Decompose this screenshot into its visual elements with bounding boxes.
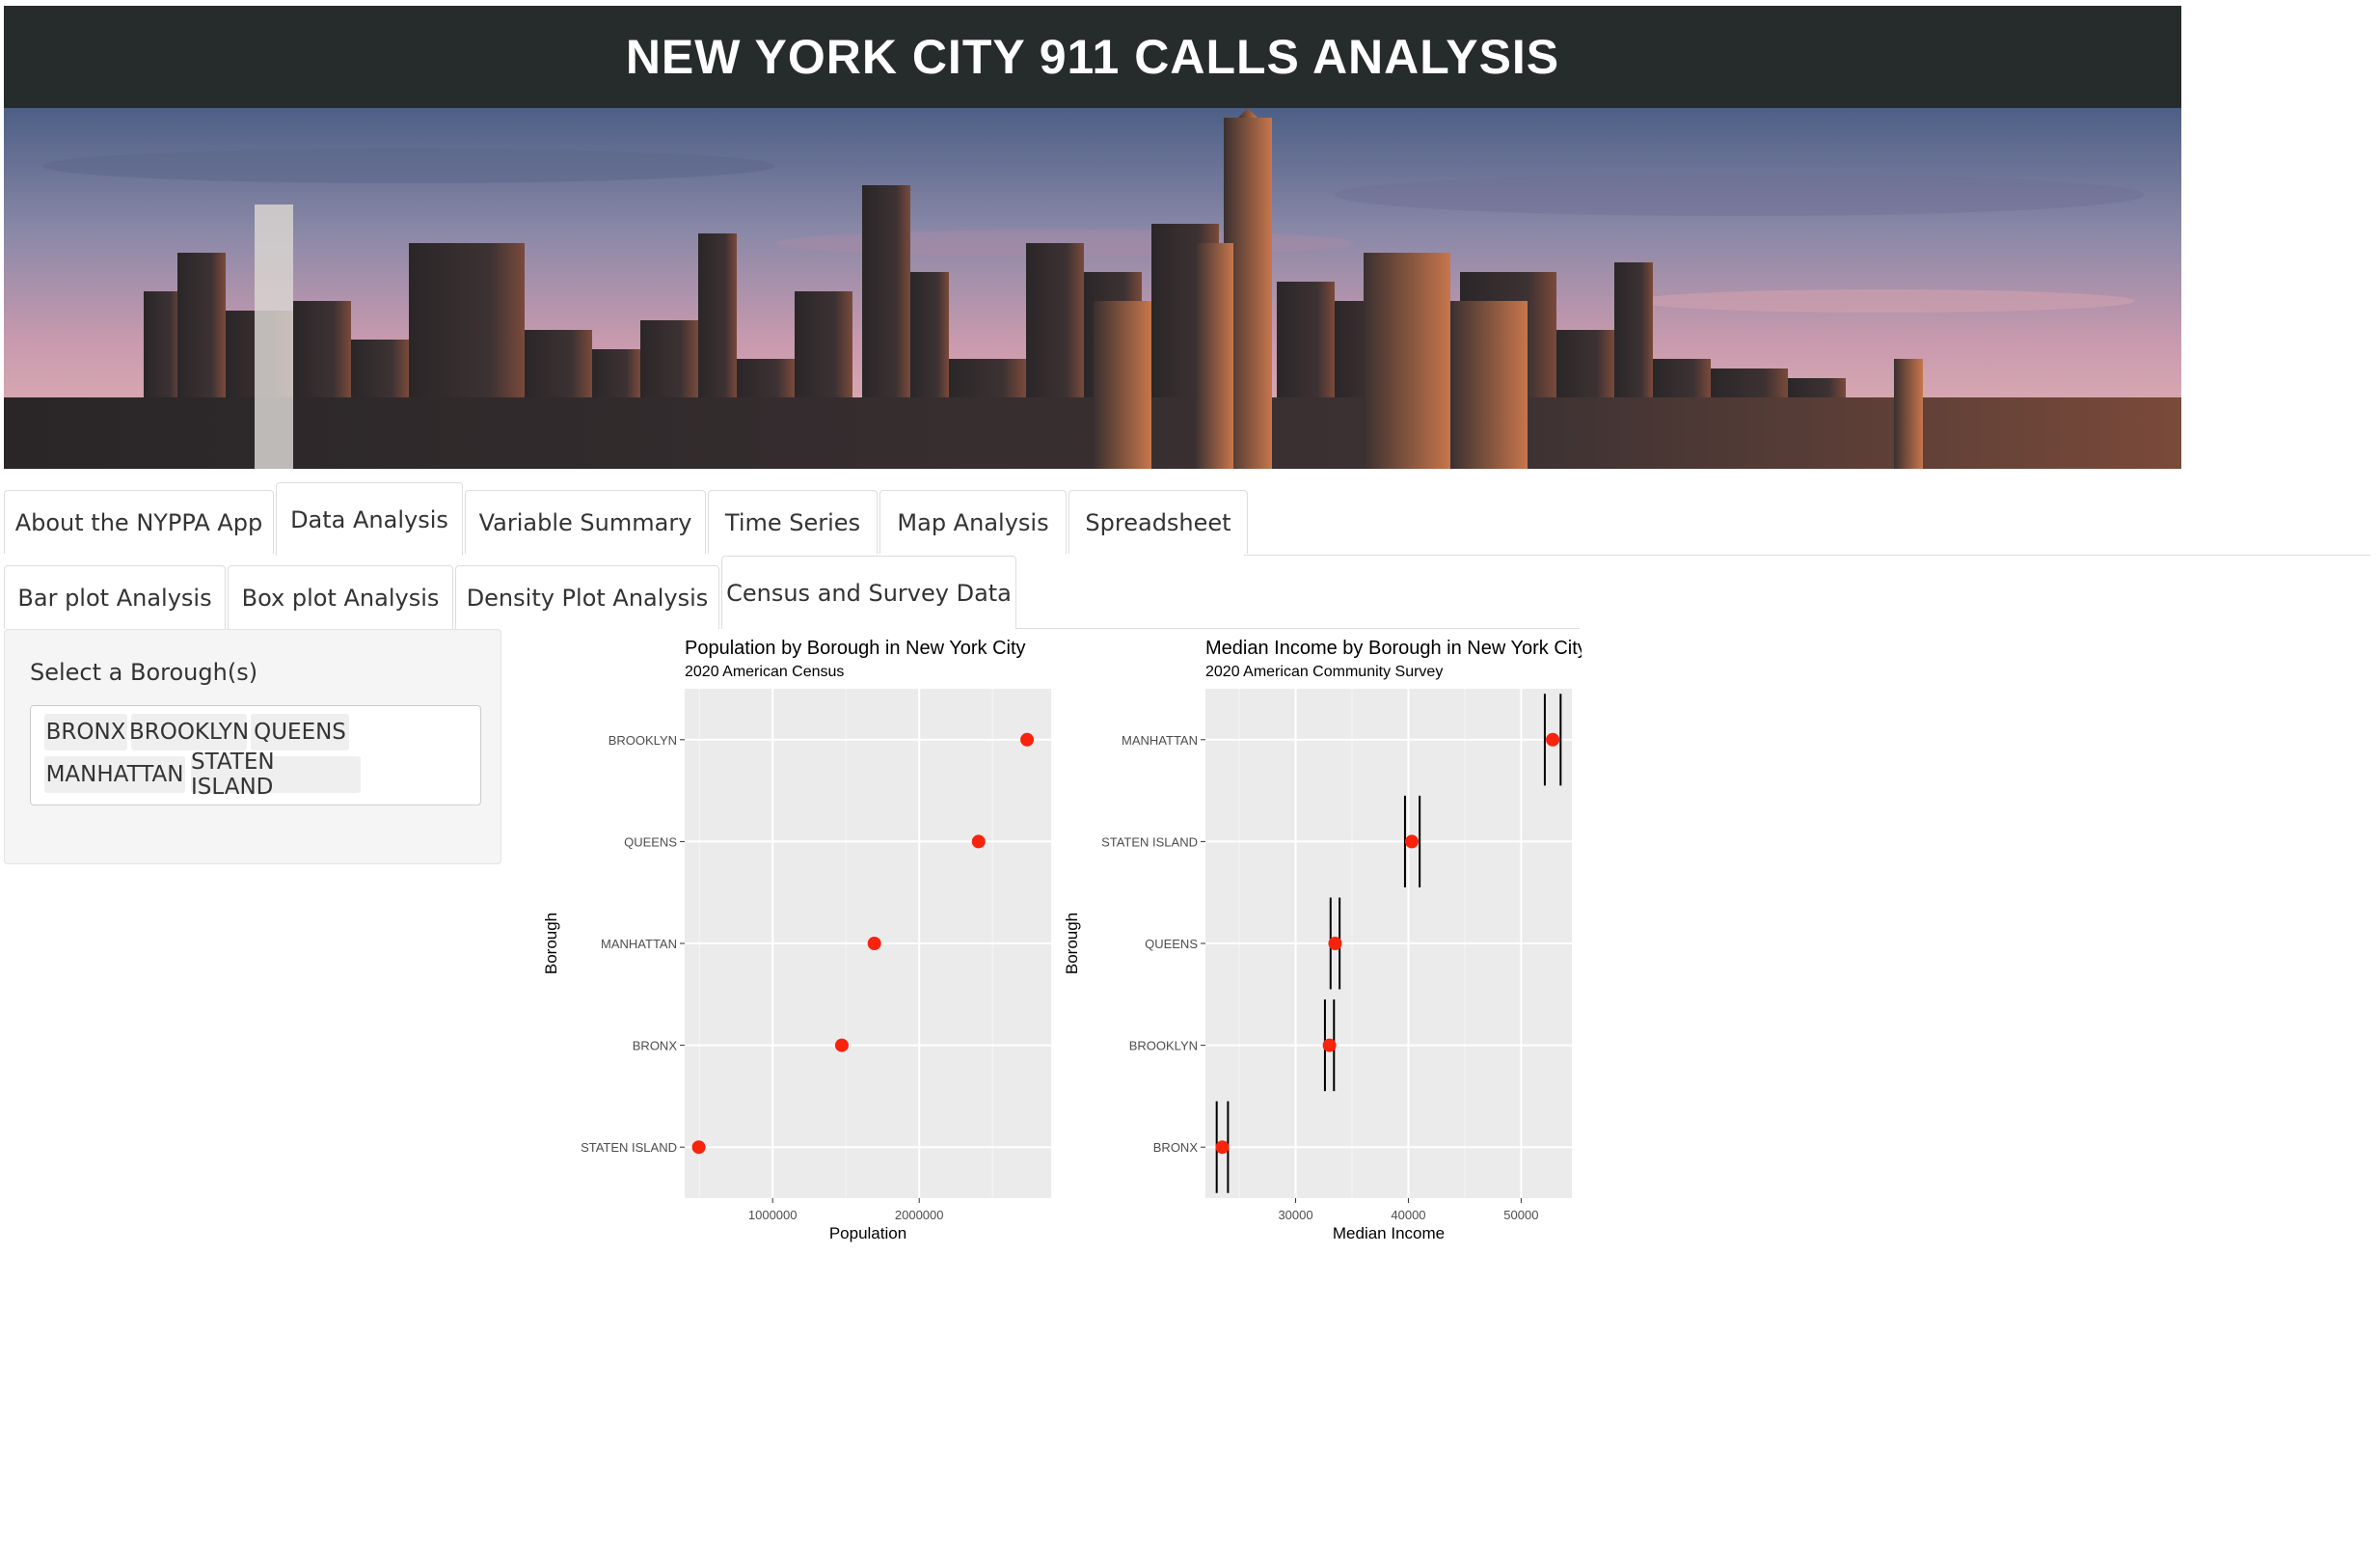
chip-staten-island[interactable]: STATEN ISLAND [191,750,361,800]
y-tick-label: QUEENS [1145,937,1198,951]
borough-select-label: Select a Borough(s) [30,659,258,686]
tab-label: Census and Survey Data [726,579,1012,607]
chip-label: MANHATTAN [45,762,184,787]
app-title: NEW YORK CITY 911 CALLS ANALYSIS [625,30,1560,84]
tab-label: Time Series [724,508,861,536]
chip-label: QUEENS [254,720,346,745]
chart-subtitle: 2020 American Census [685,664,844,680]
chip-manhattan[interactable]: MANHATTAN [44,756,185,793]
data-point [971,834,986,849]
chip-brooklyn[interactable]: BROOKLYN [128,714,250,750]
y-tick-label: MANHATTAN [1122,733,1198,748]
tab-variable-summary[interactable]: Variable Summary [465,490,706,554]
tab-label: Density Plot Analysis [466,584,709,612]
tab-time-series[interactable]: Time Series [708,490,878,554]
sidebar-panel: Select a Borough(s) BRONX BROOKLYN QUEEN… [4,629,501,864]
chart-title: Median Income by Borough in New York Cit… [1205,638,1582,659]
y-tick-label: STATEN ISLAND [1101,834,1198,849]
chip-queens[interactable]: QUEENS [251,714,349,750]
data-point [1322,1038,1337,1052]
tab-label: Box plot Analysis [241,584,440,612]
income-chart: Median Income by Borough in New York Cit… [1063,638,1582,1242]
data-point [1328,937,1342,950]
y-tick-label: BRONX [1153,1140,1199,1155]
tab-divider [1244,555,2370,556]
chip-label: BROOKLYN [128,720,250,745]
tab-bar-plot[interactable]: Bar plot Analysis [4,565,226,629]
chart-title: Population by Borough in New York City [685,638,1026,659]
tab-label: Data Analysis [290,505,448,533]
y-axis-label: Borough [1063,913,1081,974]
y-tick-label: BRONX [633,1039,678,1053]
chip-bronx[interactable]: BRONX [44,714,127,750]
data-point [691,1140,706,1155]
borough-multiselect[interactable]: BRONX BROOKLYN QUEENS MANHATTAN STATEN I… [30,705,481,805]
chip-label: STATEN ISLAND [191,750,275,800]
tab-data-analysis[interactable]: Data Analysis [276,482,463,556]
chip-label: BRONX [45,720,126,745]
y-tick-label: BROOKLYN [1129,1039,1198,1053]
tab-label: Map Analysis [897,508,1049,536]
tab-label: About the NYPPA App [14,508,263,536]
app-title-bar: NEW YORK CITY 911 CALLS ANALYSIS [4,6,2181,108]
tab-label: Spreadsheet [1085,508,1231,536]
tab-spreadsheet[interactable]: Spreadsheet [1068,490,1248,554]
x-tick-label: 30000 [1278,1208,1312,1222]
x-tick-label: 1000000 [748,1208,798,1222]
x-tick-label: 2000000 [895,1208,944,1222]
tab-census-survey[interactable]: Census and Survey Data [721,556,1016,629]
chart-subtitle: 2020 American Community Survey [1205,664,1443,680]
y-tick-label: STATEN ISLAND [581,1140,677,1155]
data-point [1546,732,1560,747]
y-tick-label: MANHATTAN [601,937,677,951]
data-point [1020,732,1035,747]
data-point [867,937,881,950]
skyline-banner-image [4,108,2181,469]
x-tick-label: 40000 [1391,1208,1425,1222]
x-axis-label: Population [829,1224,906,1242]
y-axis-label: Borough [542,913,560,974]
tab-label: Variable Summary [478,508,692,536]
tab-about[interactable]: About the NYPPA App [4,490,274,554]
tab-density-plot[interactable]: Density Plot Analysis [455,565,719,629]
y-tick-label: BROOKLYN [609,733,677,748]
y-tick-label: QUEENS [624,834,677,849]
data-point [834,1038,849,1052]
data-point [1215,1140,1230,1155]
x-tick-label: 50000 [1503,1208,1538,1222]
data-point [1404,834,1419,849]
tab-map-analysis[interactable]: Map Analysis [879,490,1067,554]
tab-label: Bar plot Analysis [17,584,212,612]
population-chart: Population by Borough in New York City 20… [542,638,1051,1242]
x-axis-label: Median Income [1333,1224,1445,1242]
tab-box-plot[interactable]: Box plot Analysis [228,565,453,629]
